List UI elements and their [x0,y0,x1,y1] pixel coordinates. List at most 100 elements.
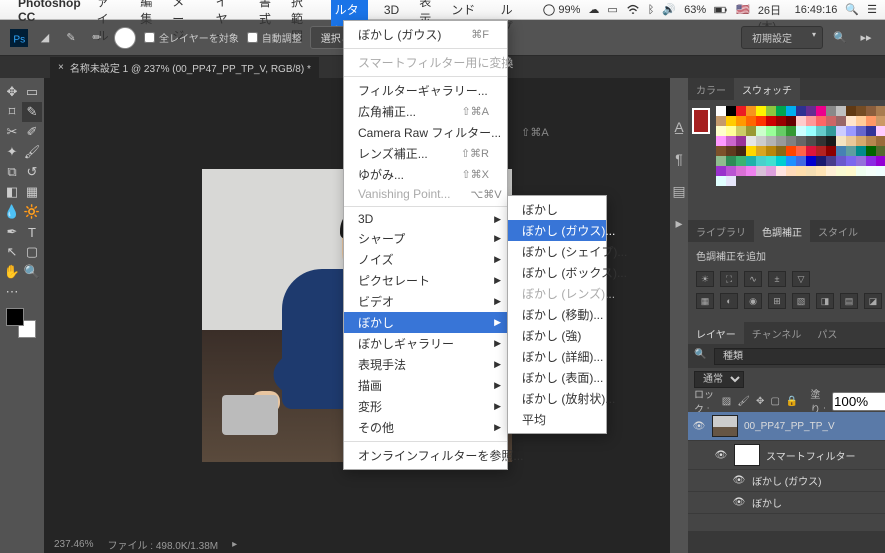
path-tool[interactable]: ↖ [2,242,22,262]
blur-more-item[interactable]: ぼかし (強) [508,325,606,346]
sub-blur-gallery[interactable]: ぼかしギャラリー▶ [344,333,507,354]
swatch[interactable] [736,156,746,166]
paths-tab[interactable]: パス [809,322,845,345]
swatch[interactable] [716,126,726,136]
swatch[interactable] [846,156,856,166]
blur-item[interactable]: ぼかし [508,199,606,220]
swatch[interactable] [836,116,846,126]
history-panel-icon[interactable]: ▤ [670,182,688,200]
bw-icon[interactable]: ◐ [720,293,738,309]
menu-type[interactable]: 書式 [255,0,275,29]
document-tab[interactable]: × 名称未設定 1 @ 237% (00_PP47_PP_TP_V, RGB/8… [50,57,319,78]
swatch[interactable] [826,146,836,156]
swatch[interactable] [846,106,856,116]
swatch[interactable] [816,146,826,156]
swatch[interactable] [756,146,766,156]
swatch[interactable] [806,146,816,156]
exposure-icon[interactable]: ± [768,271,786,287]
motion-blur-item[interactable]: ぼかし (移動)... [508,304,606,325]
swatch[interactable] [836,146,846,156]
swatch[interactable] [756,156,766,166]
liquify-item[interactable]: ゆがみ...⇧⌘X [344,164,507,185]
swatch[interactable] [746,116,756,126]
swatch[interactable] [806,126,816,136]
swatch[interactable] [866,166,876,176]
layers-tab[interactable]: レイヤー [688,322,744,345]
brightness-icon[interactable]: ☀ [696,271,714,287]
swatch[interactable] [776,126,786,136]
heal-tool[interactable]: ✦ [2,142,22,162]
auto-enhance-checkbox[interactable]: 自動調整 [247,30,302,45]
shape-blur-item[interactable]: ぼかし (シェイプ)... [508,241,606,262]
swatch[interactable] [836,106,846,116]
swatch[interactable] [716,146,726,156]
notif-icon[interactable]: ☰ [867,3,877,16]
swatch[interactable] [876,156,885,166]
curves-icon[interactable]: ∿ [744,271,762,287]
sub-sharpen[interactable]: シャープ▶ [344,228,507,249]
swatch[interactable] [736,166,746,176]
lock-all-icon[interactable]: 🔒 [786,394,798,408]
channels-tab[interactable]: チャンネル [744,322,810,345]
adaptive-wide-item[interactable]: 広角補正...⇧⌘A [344,101,507,122]
swatch[interactable] [846,126,856,136]
edit-toolbar[interactable]: ⋯ [2,282,22,302]
char-panel-icon[interactable]: A̲ [670,118,688,136]
swatch[interactable] [716,136,726,146]
zoom-level[interactable]: 237.46% [54,539,93,550]
search-app-icon[interactable]: 🔍 [831,29,849,47]
swatch[interactable] [756,106,766,116]
surface-blur-item[interactable]: ぼかし (表面)... [508,367,606,388]
swatch[interactable] [746,136,756,146]
swatch[interactable] [816,156,826,166]
swatch[interactable] [836,126,846,136]
visibility-icon[interactable]: 👁 [692,421,706,432]
brush-preview[interactable] [114,27,136,49]
swatch[interactable] [756,136,766,146]
swatch[interactable] [856,116,866,126]
swatch[interactable] [776,136,786,146]
invert-icon[interactable]: ◨ [816,293,834,309]
photo-filter-icon[interactable]: ◉ [744,293,762,309]
swatch[interactable] [796,126,806,136]
swatch[interactable] [716,106,726,116]
swatch[interactable] [806,156,816,166]
filter-kind-select[interactable]: 種類 [714,348,885,365]
swatch[interactable] [876,146,885,156]
swatch[interactable] [846,116,856,126]
swatch[interactable] [766,156,776,166]
swatch[interactable] [756,166,766,176]
lens-correction-item[interactable]: レンズ補正...⇧⌘R [344,143,507,164]
swatch[interactable] [846,136,856,146]
swatch[interactable] [716,156,726,166]
history-brush-tool[interactable]: ↺ [22,162,42,182]
para-panel-icon[interactable]: ¶ [670,150,688,168]
levels-icon[interactable]: ⛶ [720,271,738,287]
threshold-icon[interactable]: ◪ [864,293,882,309]
sub-noise[interactable]: ノイズ▶ [344,249,507,270]
swatch[interactable] [806,116,816,126]
layer-thumb[interactable] [712,415,738,437]
swatch[interactable] [726,116,736,126]
radial-blur-item[interactable]: ぼかし (放射状)... [508,388,606,409]
swatch[interactable] [866,146,876,156]
all-layers-checkbox[interactable]: 全レイヤーを対象 [144,30,239,45]
swatch[interactable] [776,146,786,156]
swatch[interactable] [746,146,756,156]
color-swatch[interactable] [6,308,36,338]
sub-blur[interactable]: ぼかし▶ [344,312,507,333]
brush-tool[interactable]: 🖌 [22,142,42,162]
swatch[interactable] [836,156,846,166]
filter-gallery-item[interactable]: フィルターギャラリー... [344,80,507,101]
swatch[interactable] [816,116,826,126]
swatch[interactable] [856,126,866,136]
swatch[interactable] [866,136,876,146]
swatch[interactable] [736,126,746,136]
swatch[interactable] [786,116,796,126]
swatch[interactable] [876,166,885,176]
swatch[interactable] [726,136,736,146]
sub-video[interactable]: ビデオ▶ [344,291,507,312]
workspace-preset[interactable]: 初期設定 [741,26,823,49]
swatch[interactable] [876,136,885,146]
swatch[interactable] [726,156,736,166]
